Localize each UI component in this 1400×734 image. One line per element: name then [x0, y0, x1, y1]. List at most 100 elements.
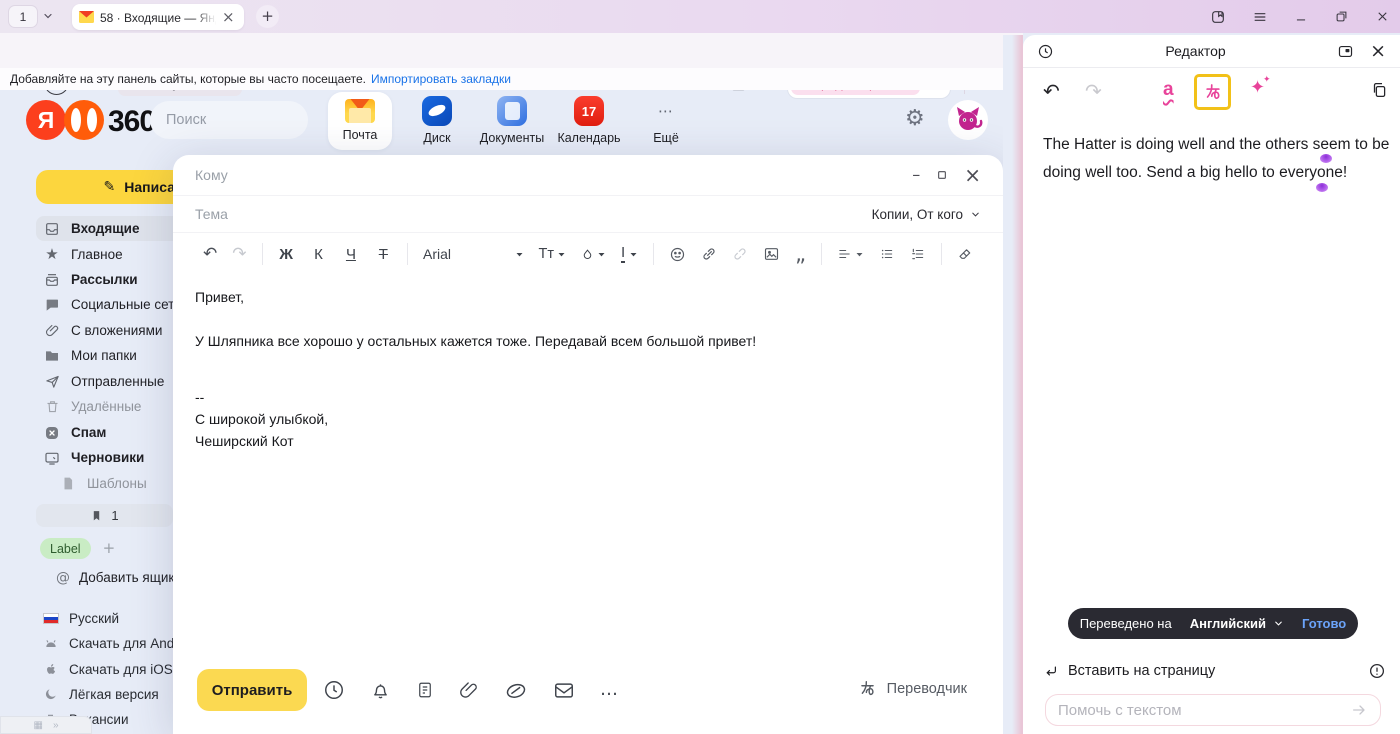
saved-bookmarks-row[interactable]: 1 — [36, 504, 173, 527]
sidebar-item-attachments[interactable]: С вложениями — [36, 318, 186, 343]
yandex-logo-icon[interactable]: Я — [26, 100, 66, 140]
redo-icon[interactable]: ↷ — [232, 246, 246, 263]
sidebar-item-deleted[interactable]: Удалённые — [36, 394, 186, 419]
language-select[interactable]: Английский — [1190, 616, 1284, 631]
done-button[interactable]: Готово — [1302, 616, 1346, 631]
service-mail[interactable]: Почта — [328, 92, 392, 150]
numbered-list-icon[interactable] — [910, 247, 926, 261]
search-input[interactable] — [166, 112, 353, 128]
browser-tab[interactable]: 58 · Входящие — Яндекс Почта × — [72, 4, 244, 30]
schedule-clock-icon[interactable] — [323, 679, 345, 701]
assist-input[interactable] — [1058, 702, 1350, 719]
language-switcher[interactable]: Русский — [42, 607, 119, 629]
font-family-select[interactable]: Arial — [423, 246, 524, 262]
service-disk[interactable]: Диск — [405, 92, 469, 150]
more-options-icon[interactable]: … — [600, 681, 618, 699]
restore-icon[interactable] — [1334, 9, 1349, 24]
assist-input-bar[interactable] — [1045, 694, 1381, 726]
label-tag[interactable]: Label — [40, 538, 91, 559]
text-color-button[interactable]: I — [621, 245, 638, 264]
emoji-icon[interactable] — [669, 246, 686, 263]
sidebar-item-social[interactable]: Социальные сети — [36, 292, 186, 317]
subject-field[interactable] — [195, 206, 872, 222]
sidebar-collapse-stub[interactable]: ▦» — [0, 716, 92, 734]
link-icon[interactable] — [701, 246, 717, 262]
strikethrough-button[interactable]: Т — [375, 246, 392, 263]
reminder-bell-icon[interactable] — [370, 679, 391, 701]
service-docs[interactable]: Документы — [480, 92, 544, 150]
cc-from-toggle[interactable]: Копии, От кого — [872, 207, 981, 222]
submit-arrow-icon[interactable] — [1350, 702, 1368, 718]
sidebar-item-sent[interactable]: Отправленные — [36, 369, 186, 394]
close-window-icon[interactable] — [1375, 9, 1390, 24]
fill-color-button[interactable] — [581, 247, 606, 262]
sidebar-item-spam[interactable]: Спам — [36, 420, 186, 445]
bullet-list-icon[interactable] — [879, 247, 895, 261]
add-mailbox[interactable]: @ Добавить ящик — [56, 570, 174, 585]
tab-close-icon[interactable]: × — [222, 10, 235, 25]
search-bar[interactable] — [150, 101, 308, 139]
compose-close-icon[interactable]: × — [964, 165, 981, 185]
minimize-icon[interactable] — [1294, 10, 1308, 24]
selection-handle[interactable] — [1316, 183, 1328, 192]
new-tab-button[interactable]: + — [256, 5, 279, 28]
menu-icon[interactable] — [1252, 9, 1268, 25]
bold-button[interactable]: Ж — [277, 246, 294, 263]
unlink-icon[interactable] — [732, 246, 748, 262]
import-bookmarks-link[interactable]: Импортировать закладки — [371, 72, 511, 86]
chevron-down-icon — [855, 250, 864, 259]
editor-undo-icon[interactable]: ↶ — [1043, 81, 1060, 101]
tab-list-chevron-icon[interactable] — [42, 10, 54, 22]
signature-pen-icon[interactable] — [504, 679, 528, 701]
add-label-icon[interactable]: + — [103, 541, 116, 556]
settings-gear-icon[interactable]: ⚙ — [905, 108, 925, 130]
quote-icon[interactable]: „ — [795, 250, 806, 258]
translator-button[interactable]: Переводчик — [858, 679, 967, 698]
download-ios-link[interactable]: Скачать для iOS — [42, 658, 173, 680]
close-panel-icon[interactable]: × — [1370, 42, 1386, 61]
align-button[interactable] — [837, 247, 864, 261]
attach-paperclip-icon[interactable] — [459, 679, 479, 701]
sidebar-item-templates[interactable]: Шаблоны — [36, 471, 186, 496]
light-version-link[interactable]: Лёгкая версия — [42, 683, 159, 705]
font-family-value: Arial — [423, 246, 451, 262]
to-field[interactable] — [195, 167, 912, 183]
editor-redo-icon[interactable]: ↷ — [1085, 81, 1102, 101]
ai-sparkle-icon[interactable]: ✦✦ — [1250, 79, 1265, 97]
tab-title-fade — [194, 9, 216, 25]
eraser-icon[interactable] — [957, 247, 973, 262]
mail-app-icon — [345, 99, 375, 123]
translate-highlight-box[interactable] — [1194, 74, 1231, 110]
copy-icon[interactable] — [1370, 81, 1388, 99]
insert-image-icon[interactable] — [763, 246, 780, 262]
sidebar-item-newsletters[interactable]: Рассылки — [36, 267, 186, 292]
envelope-icon[interactable] — [553, 681, 575, 700]
spellcheck-icon[interactable]: a — [1163, 79, 1174, 101]
sidebar-item-main[interactable]: ★ Главное — [36, 242, 186, 267]
undo-icon[interactable]: ↶ — [203, 246, 217, 263]
avatar[interactable] — [948, 100, 988, 140]
insert-to-page-button[interactable]: Вставить на страницу — [1043, 663, 1215, 679]
selection-handle[interactable] — [1320, 154, 1332, 163]
send-button[interactable]: Отправить — [197, 669, 307, 711]
template-note-icon[interactable] — [416, 679, 434, 701]
sidebar-item-label: С вложениями — [71, 323, 162, 338]
underline-button[interactable]: Ч — [342, 246, 359, 263]
sidebar-item-drafts[interactable]: Черновики — [36, 445, 186, 470]
service-calendar[interactable]: 17 Календарь — [557, 92, 621, 150]
open-in-window-icon[interactable] — [1337, 43, 1354, 60]
service-more[interactable]: ⋯ Ещё — [634, 92, 698, 150]
side-panel-icon[interactable] — [1210, 9, 1226, 25]
message-body[interactable]: Привет, У Шляпника все хорошо у остальны… — [195, 286, 756, 452]
compose-maximize-icon[interactable] — [937, 170, 947, 180]
tab-counter[interactable]: 1 — [8, 5, 38, 28]
panel-edge-gradient — [1012, 35, 1023, 734]
italic-button[interactable]: К — [310, 246, 327, 263]
history-clock-icon[interactable] — [1037, 43, 1054, 60]
compose-minimize-icon[interactable]: – — [912, 167, 920, 183]
font-size-select[interactable]: Tт — [539, 246, 567, 262]
sidebar-item-folders[interactable]: Мои папки — [36, 343, 186, 368]
info-alert-icon[interactable] — [1368, 662, 1386, 680]
translated-text[interactable]: The Hatter is doing well and the others … — [1043, 131, 1389, 187]
star-icon: ★ — [44, 247, 60, 262]
